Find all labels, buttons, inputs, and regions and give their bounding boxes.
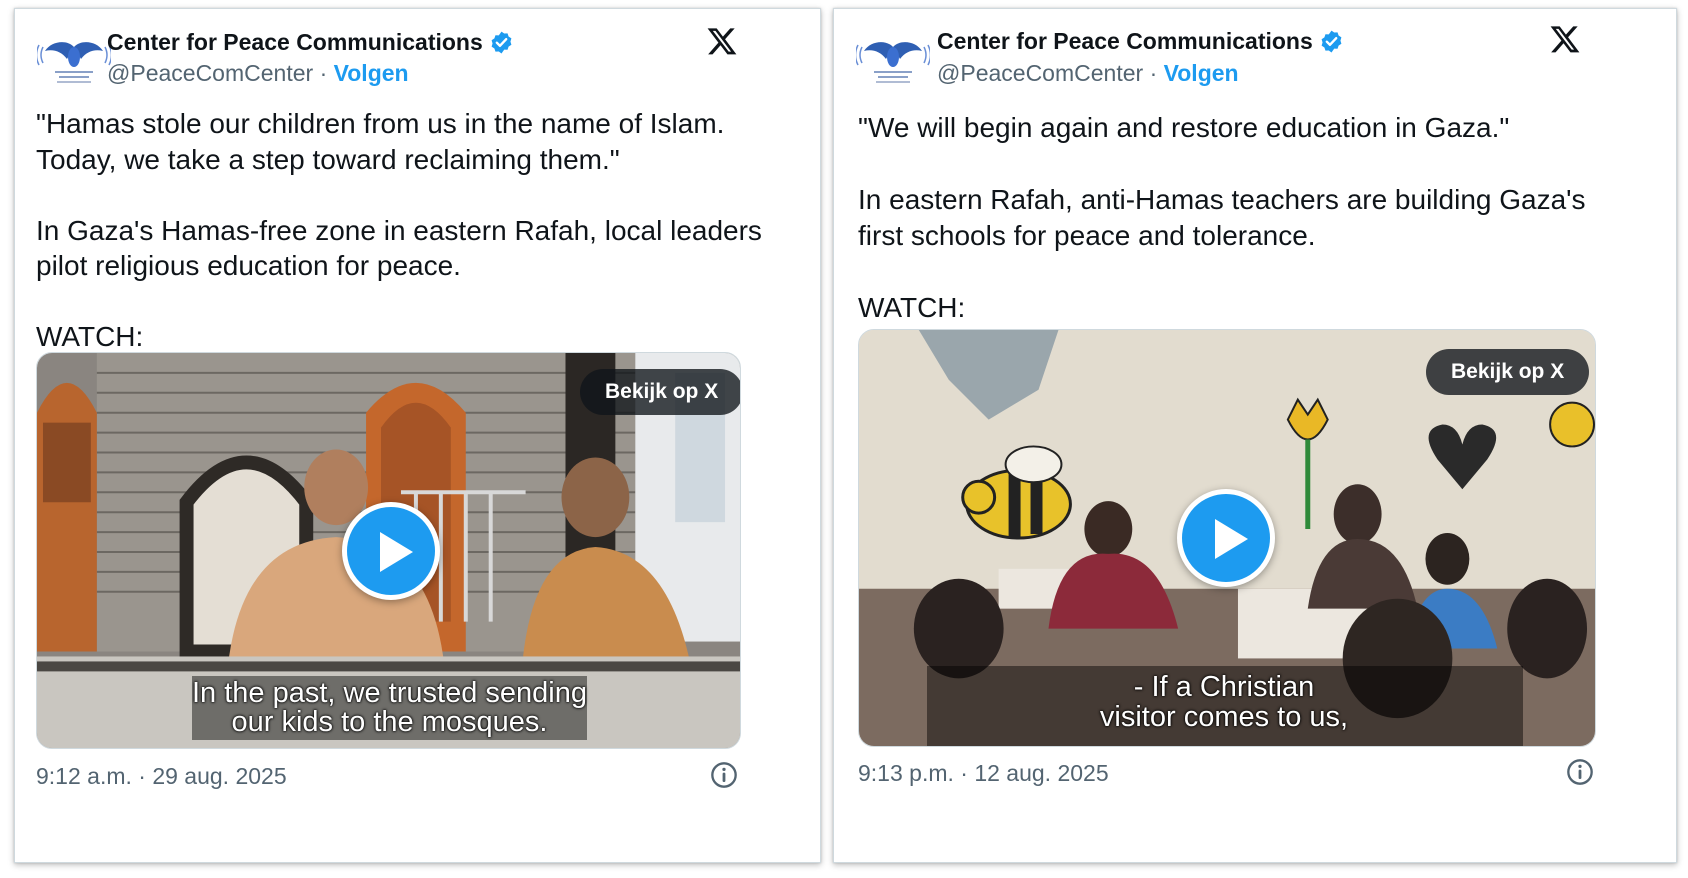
author-name-text[interactable]: Center for Peace Communications [937, 28, 1313, 55]
tweet-card[interactable]: Center for Peace Communications @PeaceCo… [14, 8, 821, 863]
x-logo-icon[interactable] [1548, 23, 1582, 55]
play-icon [1215, 519, 1248, 559]
author-handle[interactable]: @PeaceComCenter [937, 60, 1143, 86]
author-name[interactable]: Center for Peace Communications [937, 28, 1344, 55]
verified-badge-icon [1321, 30, 1342, 53]
follow-button[interactable]: Volgen [1164, 60, 1239, 86]
separator-dot: · [319, 60, 328, 86]
info-icon[interactable] [1566, 758, 1594, 786]
tweet-text: "Hamas stole our children from us in the… [36, 108, 762, 352]
dove-logo-icon[interactable] [856, 37, 930, 89]
video-player[interactable]: Bekijk op X - If a Christian visitor com… [858, 329, 1596, 747]
video-subtitle: In the past, we trusted sending our kids… [192, 677, 587, 738]
author-name[interactable]: Center for Peace Communications [107, 29, 514, 56]
play-button[interactable] [342, 502, 440, 600]
tweet-timestamp[interactable]: 9:13 p.m. · 12 aug. 2025 [858, 760, 1109, 787]
watch-on-x-button[interactable]: Bekijk op X [1426, 349, 1590, 395]
info-icon[interactable] [710, 761, 738, 789]
x-logo-icon[interactable] [705, 25, 739, 57]
play-icon [380, 532, 413, 572]
separator-dot: · [1149, 60, 1158, 86]
author-handle-line: @PeaceComCenter · Volgen [937, 60, 1239, 87]
verified-badge-icon [491, 31, 512, 54]
author-handle[interactable]: @PeaceComCenter [107, 60, 313, 86]
follow-button[interactable]: Volgen [334, 60, 409, 86]
tweet-timestamp[interactable]: 9:12 a.m. · 29 aug. 2025 [36, 763, 287, 790]
tweet-card[interactable]: Center for Peace Communications @PeaceCo… [833, 8, 1677, 863]
dove-logo-icon[interactable] [37, 37, 111, 89]
tweet-text: "We will begin again and restore educati… [858, 112, 1586, 323]
author-handle-line: @PeaceComCenter · Volgen [107, 60, 409, 87]
play-button[interactable] [1177, 489, 1275, 587]
watch-on-x-button[interactable]: Bekijk op X [580, 369, 740, 415]
video-subtitle: - If a Christian visitor comes to us, [1099, 671, 1349, 733]
author-name-text[interactable]: Center for Peace Communications [107, 29, 483, 56]
video-player[interactable]: Bekijk op X In the past, we trusted send… [36, 352, 741, 749]
